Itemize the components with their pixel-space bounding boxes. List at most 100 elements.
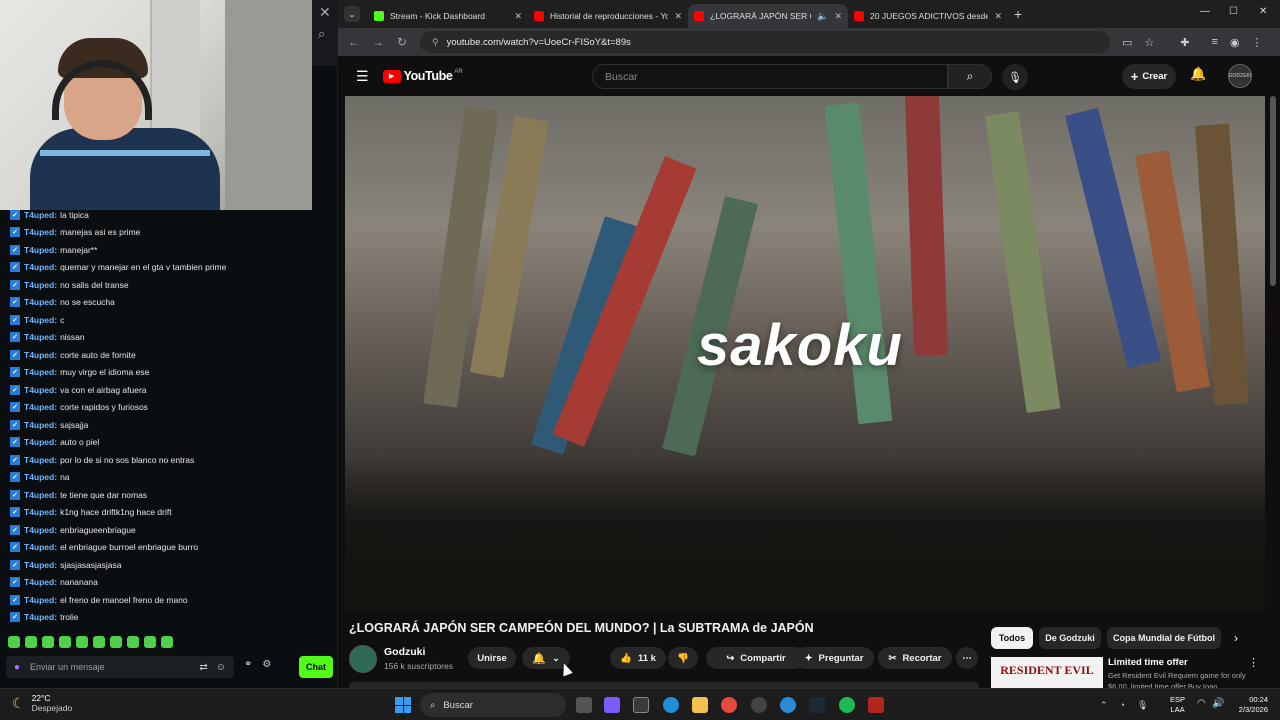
menu-dots-icon[interactable]: ⋮	[1252, 36, 1263, 49]
search-input[interactable]: Buscar	[592, 64, 948, 89]
share-button[interactable]: ↪ Compartir	[706, 647, 806, 669]
reading-list-icon[interactable]: ≡	[1212, 36, 1218, 48]
close-window-icon[interactable]: ✕	[1259, 6, 1267, 17]
chat-username[interactable]: T4uped:	[24, 227, 57, 237]
chip-all[interactable]: Todos	[991, 627, 1033, 649]
chat-username[interactable]: T4uped:	[24, 437, 57, 447]
chrome-icon[interactable]	[721, 697, 737, 713]
chrome-active-icon[interactable]	[780, 697, 796, 713]
chat-username[interactable]: T4uped:	[24, 420, 57, 430]
emote-icon[interactable]	[59, 636, 71, 648]
extensions-icon[interactable]: ✚	[1180, 36, 1189, 49]
chat-username[interactable]: T4uped:	[24, 490, 57, 500]
chat-username[interactable]: T4uped:	[24, 402, 57, 412]
emote-icon[interactable]	[161, 636, 173, 648]
browser-tab[interactable]: ¿LOGRARÁ JAPÓN SER CAM🔈✕	[688, 4, 848, 28]
voice-search-button[interactable]: 🎙	[1002, 64, 1028, 90]
forward-icon[interactable]: →	[366, 35, 390, 49]
task-view-icon[interactable]	[576, 697, 592, 713]
weather-widget[interactable]: ☾ 22°C Despejado	[12, 693, 72, 713]
chevron-up-icon[interactable]: ⌃	[1100, 700, 1108, 711]
emote-icon[interactable]	[93, 636, 105, 648]
chat-username[interactable]: T4uped:	[24, 280, 57, 290]
emoji-icon[interactable]: ☺	[216, 662, 226, 673]
chat-username[interactable]: T4uped:	[24, 560, 57, 570]
chat-username[interactable]: T4uped:	[24, 612, 57, 622]
channel-name[interactable]: Godzuki	[384, 646, 425, 658]
new-tab-button[interactable]: +	[1014, 6, 1022, 22]
browser-tab[interactable]: 20 JUEGOS ADICTIVOS desde l ✕	[848, 4, 1008, 28]
search-icon[interactable]: ⌕	[318, 26, 325, 42]
ask-button[interactable]: ✦ Preguntar	[794, 647, 874, 669]
points-icon[interactable]: ⚭	[244, 659, 252, 670]
notifications-icon[interactable]: 🔔	[1190, 66, 1206, 82]
mute-tab-icon[interactable]: 🔈	[817, 11, 828, 22]
translate-icon[interactable]: ⇄	[199, 662, 207, 673]
chat-username[interactable]: T4uped:	[24, 245, 57, 255]
site-info-icon[interactable]: ⚲	[432, 37, 439, 48]
channel-avatar[interactable]	[349, 645, 377, 673]
obs-icon[interactable]	[751, 697, 767, 713]
chat-username[interactable]: T4uped:	[24, 367, 57, 377]
bookmark-star-icon[interactable]: ☆	[1144, 36, 1154, 49]
ad-thumbnail[interactable]: RESIDENT EVIL	[991, 657, 1103, 688]
close-tab-icon[interactable]: ✕	[834, 11, 842, 22]
chat-username[interactable]: T4uped:	[24, 542, 57, 552]
page-scrollbar[interactable]	[1270, 96, 1276, 286]
emote-bar[interactable]	[8, 636, 173, 650]
chat-username[interactable]: T4uped:	[24, 577, 57, 587]
chevron-right-icon[interactable]: ›	[1234, 631, 1238, 645]
chat-username[interactable]: T4uped:	[24, 350, 57, 360]
chat-username[interactable]: T4uped:	[24, 472, 57, 482]
close-tab-icon[interactable]: ✕	[514, 11, 522, 22]
steam-icon[interactable]	[809, 697, 825, 713]
chat-username[interactable]: T4uped:	[24, 332, 57, 342]
close-tab-icon[interactable]: ✕	[994, 11, 1002, 22]
youtube-logo[interactable]: ▶ YouTube AR	[382, 69, 463, 83]
voicemeeter-icon[interactable]	[868, 697, 884, 713]
search-button[interactable]: ⌕	[948, 64, 992, 89]
chat-username[interactable]: T4uped:	[24, 455, 57, 465]
maximize-icon[interactable]: ☐	[1229, 6, 1238, 17]
edge-icon[interactable]	[663, 697, 679, 713]
close-icon[interactable]: ✕	[319, 4, 331, 21]
emote-icon[interactable]	[25, 636, 37, 648]
create-button[interactable]: + Crear	[1122, 64, 1176, 89]
minimize-icon[interactable]: —	[1200, 6, 1210, 17]
wifi-icon[interactable]: ◠	[1197, 698, 1206, 709]
chat-username[interactable]: T4uped:	[24, 210, 57, 220]
settings-icon[interactable]: ⚙	[262, 659, 271, 670]
emote-icon[interactable]	[144, 636, 156, 648]
chat-username[interactable]: T4uped:	[24, 315, 57, 325]
avatar[interactable]: GODZEKI	[1228, 64, 1252, 88]
chat-username[interactable]: T4uped:	[24, 595, 57, 605]
copilot-icon[interactable]	[604, 697, 620, 713]
profile-icon[interactable]: ◉	[1230, 36, 1240, 49]
join-button[interactable]: Unirse	[468, 647, 516, 669]
hamburger-menu-icon[interactable]: ☰	[356, 68, 369, 85]
store-icon[interactable]	[633, 697, 649, 713]
windows-start-icon[interactable]	[395, 697, 411, 713]
browser-tab[interactable]: Historial de reproducciones - Yo ✕	[528, 4, 688, 28]
mic-icon[interactable]: ●	[14, 662, 20, 673]
ad-menu-icon[interactable]: ⋮	[1248, 656, 1259, 669]
chat-username[interactable]: T4uped:	[24, 525, 57, 535]
cast-icon[interactable]: ▭	[1122, 36, 1132, 49]
chat-message-input[interactable]: ● Enviar un mensaje ⇄ ☺	[6, 656, 234, 678]
url-field[interactable]: ⚲ youtube.com/watch?v=UoeCr-FISoY&t=89s	[420, 31, 1110, 53]
taskbar-search-input[interactable]: ⌕ Buscar	[420, 693, 566, 717]
chip-from-channel[interactable]: De Godzuki	[1039, 627, 1101, 649]
spotify-icon[interactable]	[839, 697, 855, 713]
chip-world-cup[interactable]: Copa Mundial de Fútbol	[1107, 627, 1221, 649]
dislike-button[interactable]: 👎	[668, 647, 698, 669]
chat-send-button[interactable]: Chat	[299, 656, 333, 678]
more-actions-icon[interactable]: ⋯	[956, 647, 978, 669]
emote-icon[interactable]	[42, 636, 54, 648]
emote-icon[interactable]	[76, 636, 88, 648]
chat-username[interactable]: T4uped:	[24, 507, 57, 517]
file-explorer-icon[interactable]	[692, 697, 708, 713]
emote-icon[interactable]	[110, 636, 122, 648]
emote-icon[interactable]	[127, 636, 139, 648]
mic-tray-icon[interactable]: 🎙	[1137, 700, 1148, 711]
tab-search-icon[interactable]: ⌄	[344, 6, 360, 22]
